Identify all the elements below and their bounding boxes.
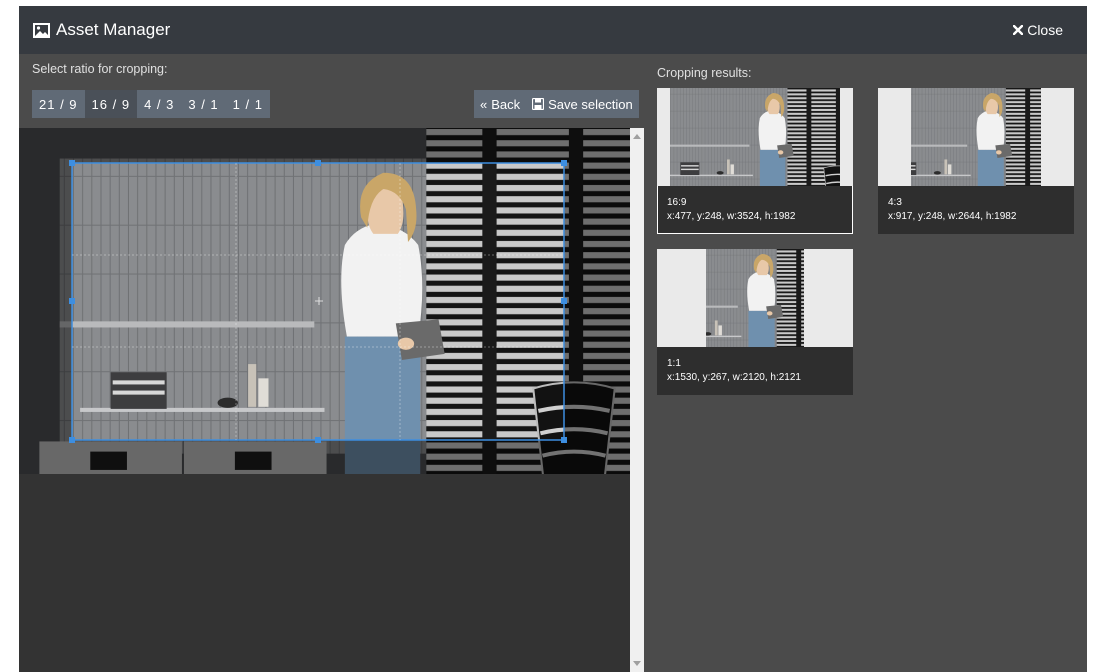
result-thumbnail: [878, 88, 1074, 186]
close-button[interactable]: Close: [1013, 6, 1063, 54]
ratio-selector: 21 / 9 16 / 9 4 / 3 3 / 1 1 / 1: [32, 90, 270, 118]
ratio-label: 16 / 9: [91, 96, 131, 112]
result-thumbnail: [657, 88, 853, 186]
close-icon: [1013, 25, 1024, 35]
result-ratio: 4:3: [888, 197, 902, 208]
result-coords: x:917, y:248, w:2644, h:1982: [888, 211, 1017, 222]
back-button[interactable]: « Back: [474, 90, 526, 118]
crop-overlay[interactable]: [19, 128, 630, 474]
back-label: Back: [491, 96, 521, 112]
modal-header: Asset Manager Close: [19, 6, 1087, 54]
double-chevron-left-icon: «: [480, 96, 488, 112]
ratio-prompt: Select ratio for cropping:: [32, 62, 168, 76]
ratio-label: 4 / 3: [144, 96, 175, 112]
result-coords: x:1530, y:267, w:2120, h:2121: [667, 372, 801, 383]
save-selection-button[interactable]: Save selection: [526, 90, 639, 118]
crop-center-marker: [315, 297, 323, 305]
result-card-16-9[interactable]: 16:9 x:477, y:248, w:3524, h:1982: [657, 88, 853, 234]
asset-manager-modal: Asset Manager Close Select ratio for cro…: [19, 6, 1087, 672]
result-ratio: 1:1: [667, 358, 681, 369]
ratio-label: 21 / 9: [39, 96, 78, 112]
ratio-button-1-1[interactable]: 1 / 1: [225, 90, 270, 118]
ratio-button-4-3[interactable]: 4 / 3: [137, 90, 182, 118]
close-label: Close: [1027, 22, 1063, 38]
modal-title: Asset Manager: [33, 6, 170, 54]
result-card-4-3[interactable]: 4:3 x:917, y:248, w:2644, h:1982: [878, 88, 1074, 234]
result-thumbnail: [657, 249, 853, 347]
ratio-button-3-1[interactable]: 3 / 1: [181, 90, 226, 118]
scroll-up-arrow[interactable]: [633, 134, 641, 139]
result-coords: x:477, y:248, w:3524, h:1982: [667, 211, 796, 222]
save-icon: [532, 98, 545, 110]
results-title: Cropping results:: [657, 66, 752, 80]
editor-scrollbar[interactable]: [630, 128, 644, 672]
crop-editor[interactable]: [19, 128, 630, 672]
image-icon: [33, 22, 50, 38]
save-label: Save selection: [548, 96, 633, 112]
action-buttons: « Back Save selection: [474, 90, 639, 118]
result-ratio: 16:9: [667, 197, 687, 208]
ratio-button-16-9[interactable]: 16 / 9: [84, 90, 138, 118]
ratio-label: 1 / 1: [232, 96, 263, 112]
scroll-down-arrow[interactable]: [633, 661, 641, 666]
ratio-label: 3 / 1: [188, 96, 219, 112]
result-card-1-1[interactable]: 1:1 x:1530, y:267, w:2120, h:2121: [657, 249, 853, 395]
modal-title-text: Asset Manager: [56, 20, 171, 39]
ratio-button-21-9[interactable]: 21 / 9: [32, 90, 85, 118]
